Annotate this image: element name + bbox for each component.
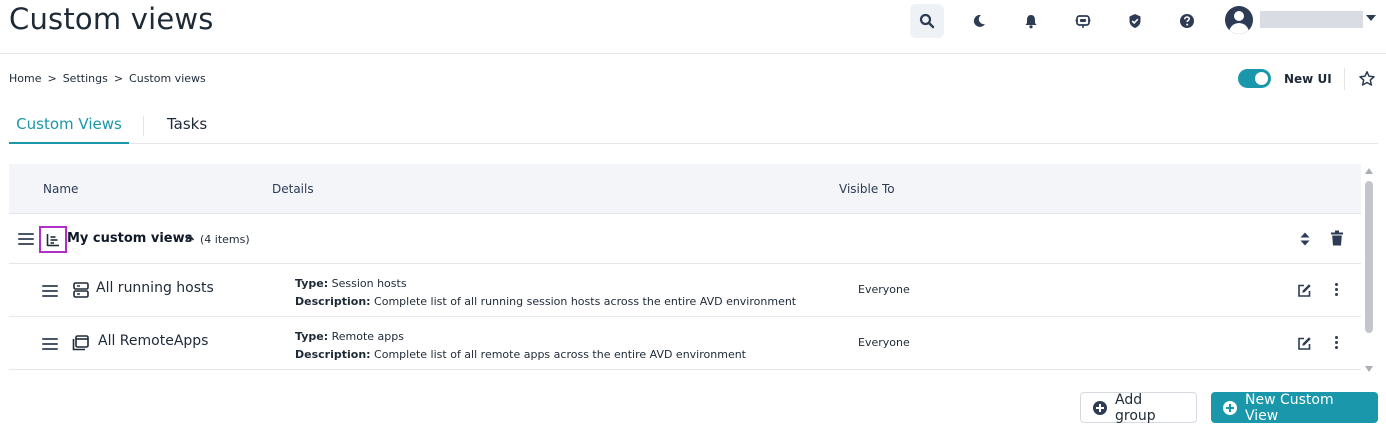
divider xyxy=(1344,68,1345,90)
star-icon[interactable] xyxy=(1358,70,1376,88)
page-title: Custom views xyxy=(9,2,214,36)
edit-icon[interactable] xyxy=(1297,283,1312,298)
trash-icon[interactable] xyxy=(1330,230,1344,246)
type-value: Session hosts xyxy=(331,277,407,290)
view-details: Type: Session hosts Description: Complet… xyxy=(295,275,796,311)
add-group-button[interactable]: Add group xyxy=(1080,391,1197,424)
breadcrumb-separator: > xyxy=(47,72,57,85)
custom-views-table: Name Details Visible To My custom views … xyxy=(9,164,1361,378)
drag-handle-icon[interactable] xyxy=(42,285,58,297)
type-value: Remote apps xyxy=(331,330,404,343)
breadcrumb-current: Custom views xyxy=(129,72,206,85)
tab-divider xyxy=(143,116,144,136)
help-icon[interactable] xyxy=(1170,4,1204,38)
tab-bar: Custom Views Tasks xyxy=(9,105,1378,144)
edit-icon[interactable] xyxy=(1297,336,1312,351)
tab-custom-views[interactable]: Custom Views xyxy=(9,105,129,144)
moon-icon[interactable] xyxy=(962,4,996,38)
user-avatar-icon[interactable] xyxy=(1225,6,1253,34)
scroll-down-arrow-icon[interactable] xyxy=(1365,366,1373,372)
new-ui-toggle[interactable] xyxy=(1238,69,1271,88)
column-header-details[interactable]: Details xyxy=(272,182,314,196)
breadcrumb-separator: > xyxy=(113,72,124,85)
group-item-count: (4 items) xyxy=(200,233,250,246)
new-ui-label: New UI xyxy=(1284,72,1332,86)
type-label: Type: xyxy=(295,277,329,290)
column-header-visible-to[interactable]: Visible To xyxy=(839,182,895,196)
bell-icon[interactable] xyxy=(1014,4,1048,38)
view-name[interactable]: All RemoteApps xyxy=(98,333,208,349)
new-custom-view-button[interactable]: New Custom View xyxy=(1211,391,1378,424)
view-name[interactable]: All running hosts xyxy=(96,280,214,296)
breadcrumb-home[interactable]: Home xyxy=(9,72,41,85)
column-header-name[interactable]: Name xyxy=(43,182,78,196)
plus-circle-icon xyxy=(1093,400,1107,415)
top-header: Custom views xyxy=(0,0,1386,54)
chatbot-icon[interactable] xyxy=(1066,4,1100,38)
scroll-up-arrow-icon[interactable] xyxy=(1365,168,1373,174)
view-details: Type: Remote apps Description: Complete … xyxy=(295,328,746,364)
breadcrumb: Home > Settings > Custom views xyxy=(9,72,206,85)
scroll-thumb[interactable] xyxy=(1365,181,1373,333)
group-row[interactable]: My custom views (4 items) xyxy=(9,214,1361,264)
description-label: Description: xyxy=(295,295,371,308)
table-row[interactable]: All running hosts Type: Session hosts De… xyxy=(9,264,1361,317)
tab-tasks[interactable]: Tasks xyxy=(167,105,207,144)
type-label: Type: xyxy=(295,330,329,343)
shield-check-icon[interactable] xyxy=(1118,4,1152,38)
search-icon[interactable] xyxy=(910,4,944,38)
description-value: Complete list of all running session hos… xyxy=(374,295,797,308)
new-custom-view-label: New Custom View xyxy=(1245,391,1334,424)
plus-circle-icon xyxy=(1223,400,1237,415)
visible-to-value: Everyone xyxy=(858,336,910,349)
description-value: Complete list of all remote apps across … xyxy=(374,348,746,361)
chevron-up-icon[interactable] xyxy=(185,233,195,243)
more-options-icon[interactable] xyxy=(1335,283,1339,297)
drag-handle-icon[interactable] xyxy=(18,233,34,245)
group-title: My custom views xyxy=(67,231,193,246)
group-view-icon[interactable] xyxy=(39,226,67,253)
toggle-knob xyxy=(1255,72,1268,85)
chevron-down-icon[interactable] xyxy=(1366,15,1376,21)
description-label: Description: xyxy=(295,348,371,361)
user-name-redacted[interactable] xyxy=(1260,11,1363,28)
sort-icon[interactable] xyxy=(1299,232,1311,246)
table-row[interactable]: All RemoteApps Type: Remote apps Descrip… xyxy=(9,317,1361,370)
drag-handle-icon[interactable] xyxy=(42,338,58,350)
breadcrumb-settings[interactable]: Settings xyxy=(63,72,108,85)
add-group-label: Add group xyxy=(1115,391,1156,424)
server-icon xyxy=(73,282,89,298)
windows-icon xyxy=(72,335,89,351)
table-scrollbar[interactable] xyxy=(1363,164,1375,378)
visible-to-value: Everyone xyxy=(858,283,910,296)
table-header: Name Details Visible To xyxy=(9,164,1361,214)
more-options-icon[interactable] xyxy=(1335,336,1339,350)
